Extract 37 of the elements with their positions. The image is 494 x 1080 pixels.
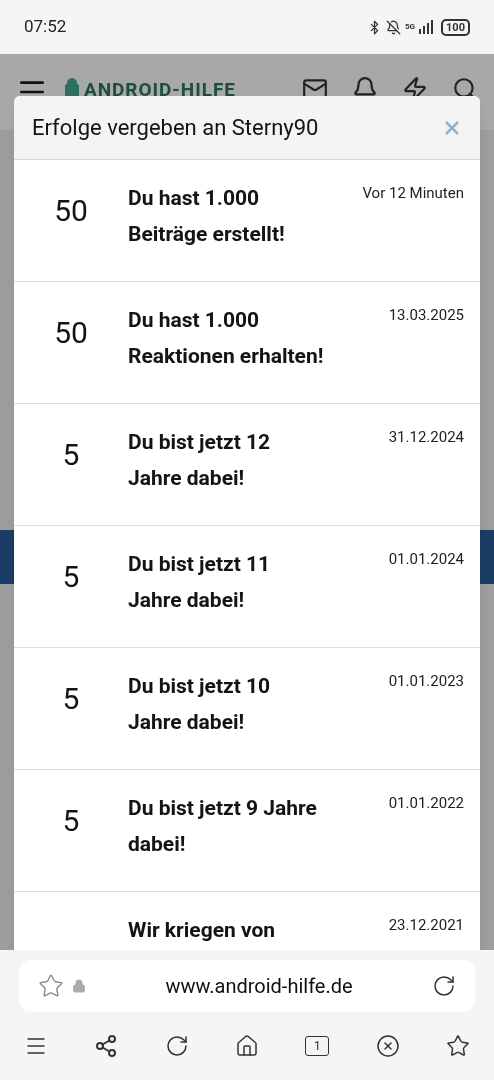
achievement-date: 01.01.2023 [388,671,464,692]
dialog-title: Erfolge vergeben an Sterny90 [32,114,319,142]
achievement-date: 01.01.2024 [388,549,464,570]
home-icon[interactable] [235,1034,259,1058]
url-text: www.android-hilfe.de [164,973,354,1000]
achievement-date: 01.01.2022 [388,793,464,814]
tabs-button[interactable]: 1 [305,1036,330,1056]
points-value: 50 [54,192,88,230]
muted-bell-icon [386,19,401,35]
lock-icon [72,979,86,993]
bookmark-star-icon[interactable] [38,973,64,999]
bookmarks-icon[interactable] [445,1034,470,1058]
points-value: 5 [62,558,80,596]
achievement-date: 13.03.2025 [388,305,464,326]
address-bar[interactable]: www.android-hilfe.de [19,960,475,1012]
achievement-date: Vor 12 Minuten [362,183,464,204]
close-tab-icon[interactable] [375,1034,400,1058]
signal-icon [419,20,434,34]
status-time: 07:52 [24,15,67,39]
achievement-date: 31.12.2024 [388,427,464,448]
achievement-title: Du hast 1.000 Beiträge erstellt! [128,185,286,248]
achievement-date: 23.12.2021 [388,915,464,936]
points-value: 50 [54,314,88,352]
achievement-title: Du bist jetzt 9 Jahre dabei! [128,795,318,858]
achievement-title: Du bist jetzt 10 Jahre dabei! [128,673,272,736]
reload-icon[interactable] [432,974,456,998]
achievement-title: Du hast 1.000 Reaktionen erhalten! [128,307,325,370]
achievement-title: Du bist jetzt 11 Jahre dabei! [128,551,272,614]
achievement-title: Wir kriegen von [128,917,277,944]
points-value: 5 [62,802,80,840]
share-icon[interactable] [94,1034,119,1058]
points-value: 5 [62,436,80,474]
network-label: 5G [405,23,416,31]
reload-icon[interactable] [164,1034,189,1058]
achievement-title: Du bist jetzt 12 Jahre dabei! [128,429,272,492]
battery-level: 100 [441,18,470,36]
points-value: 5 [62,680,80,718]
